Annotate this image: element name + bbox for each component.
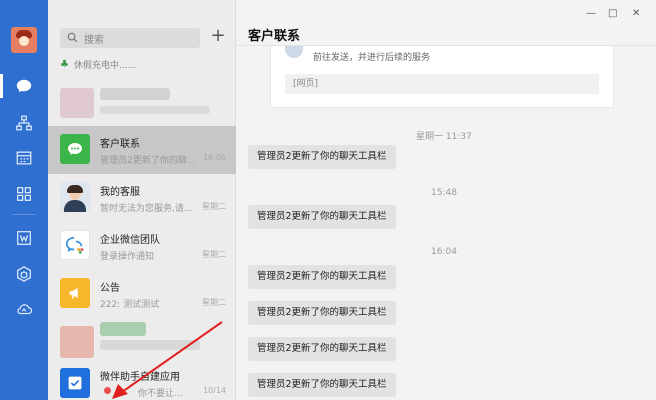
- item-name: 微伴助手自建应用: [100, 372, 180, 383]
- blurred-avatar: [60, 88, 94, 118]
- item-time: 星期二: [202, 298, 226, 307]
- message-bubble[interactable]: 管理员2更新了你的聊天工具栏: [248, 373, 396, 397]
- list-item-announcement[interactable]: 公告 222: 测试测试 星期二: [48, 270, 236, 318]
- search-icon: [67, 32, 78, 43]
- palm-tree-icon: ♣: [60, 58, 69, 70]
- list-item-weiban-app[interactable]: 微伴助手自建应用 你不要让... 10/14: [48, 362, 236, 400]
- item-time: 星期二: [202, 250, 226, 259]
- cloud-icon[interactable]: [14, 299, 34, 319]
- active-indicator: [0, 74, 3, 98]
- message-bubble[interactable]: 管理员2更新了你的聊天工具栏: [248, 301, 396, 325]
- status-text: 休假充电中......: [74, 61, 137, 71]
- megaphone-icon: [60, 278, 90, 308]
- item-time: 10/14: [202, 386, 226, 395]
- checkmark-app-icon: [60, 368, 90, 398]
- item-preview: 暂时无法为您服务,请...: [100, 204, 193, 214]
- org-icon[interactable]: [14, 113, 34, 133]
- item-name: 公告: [100, 283, 120, 294]
- message-bubble[interactable]: 管理员2更新了你的聊天工具栏: [248, 145, 396, 169]
- user-status[interactable]: ♣ 休假充电中......: [60, 58, 136, 71]
- pin-icon: [116, 387, 123, 394]
- list-item-my-service[interactable]: 我的客服 暂时无法为您服务,请... 星期二: [48, 174, 236, 222]
- add-button[interactable]: +: [210, 26, 226, 46]
- message-timestamp: 15:48: [431, 188, 457, 198]
- blurred-name: [100, 88, 170, 100]
- item-preview: 你不要让...: [138, 389, 183, 399]
- maximize-button[interactable]: □: [608, 8, 617, 19]
- item-time: 16:05: [202, 153, 226, 162]
- search-placeholder: 搜索: [84, 35, 104, 46]
- card-text: 前往发送，并进行后续的服务: [313, 53, 431, 63]
- message-bubble[interactable]: 管理员2更新了你的聊天工具栏: [248, 205, 396, 229]
- left-rail: [0, 0, 48, 400]
- card-footer: [网页]: [285, 74, 599, 94]
- item-preview: 222: 测试测试: [100, 300, 160, 310]
- chat-header: 客户联系 — □ ✕: [236, 0, 656, 46]
- doc-icon[interactable]: [14, 228, 34, 248]
- message-timestamp: 16:04: [431, 247, 457, 257]
- item-name: 企业微信团队: [100, 235, 160, 246]
- webpage-card[interactable]: 前往发送，并进行后续的服务 [网页]: [270, 46, 614, 108]
- list-item-blurred[interactable]: [48, 78, 236, 126]
- chat-bubble-avatar-icon: [60, 134, 90, 164]
- box-icon[interactable]: [14, 264, 34, 284]
- blurred-name: [100, 322, 146, 336]
- close-button[interactable]: ✕: [632, 8, 640, 19]
- blurred-preview: [100, 106, 210, 114]
- blurred-preview: [100, 340, 200, 350]
- minimize-button[interactable]: —: [586, 8, 596, 19]
- item-time: 星期二: [202, 202, 226, 211]
- blurred-avatar: [60, 326, 94, 358]
- chat-panel: 客户联系 — □ ✕ 前往发送，并进行后续的服务 [网页] 星期一 11:37 …: [236, 0, 656, 400]
- chat-title: 客户联系: [248, 29, 301, 44]
- rail-divider: [12, 214, 36, 215]
- user-avatar[interactable]: [11, 27, 37, 53]
- item-preview: 管理员2更新了你的聊...: [100, 156, 196, 166]
- item-name: 我的客服: [100, 187, 140, 198]
- apps-icon[interactable]: [14, 184, 34, 204]
- list-item-wecom-team[interactable]: 企业微信团队 登录操作通知 星期二: [48, 222, 236, 270]
- card-icon: [285, 46, 303, 58]
- agent-avatar: [60, 182, 90, 212]
- list-item-blurred[interactable]: [48, 318, 236, 366]
- calendar-icon[interactable]: [14, 148, 34, 168]
- message-bubble[interactable]: 管理员2更新了你的聊天工具栏: [248, 265, 396, 289]
- list-item-customer-contact[interactable]: 客户联系 管理员2更新了你的聊... 16:05: [48, 126, 236, 174]
- item-preview: 登录操作通知: [100, 252, 155, 262]
- search-input[interactable]: 搜索: [60, 28, 200, 48]
- pin-icon: [104, 387, 111, 394]
- message-bubble[interactable]: 管理员2更新了你的聊天工具栏: [248, 337, 396, 361]
- message-timestamp: 星期一 11:37: [416, 132, 472, 142]
- conversation-list: 搜索 + ♣ 休假充电中...... 客户联系 管理员2更新了你的聊... 16…: [48, 0, 236, 400]
- chat-icon[interactable]: [14, 76, 34, 96]
- wecom-logo-icon: [60, 230, 90, 260]
- item-name: 客户联系: [100, 139, 140, 150]
